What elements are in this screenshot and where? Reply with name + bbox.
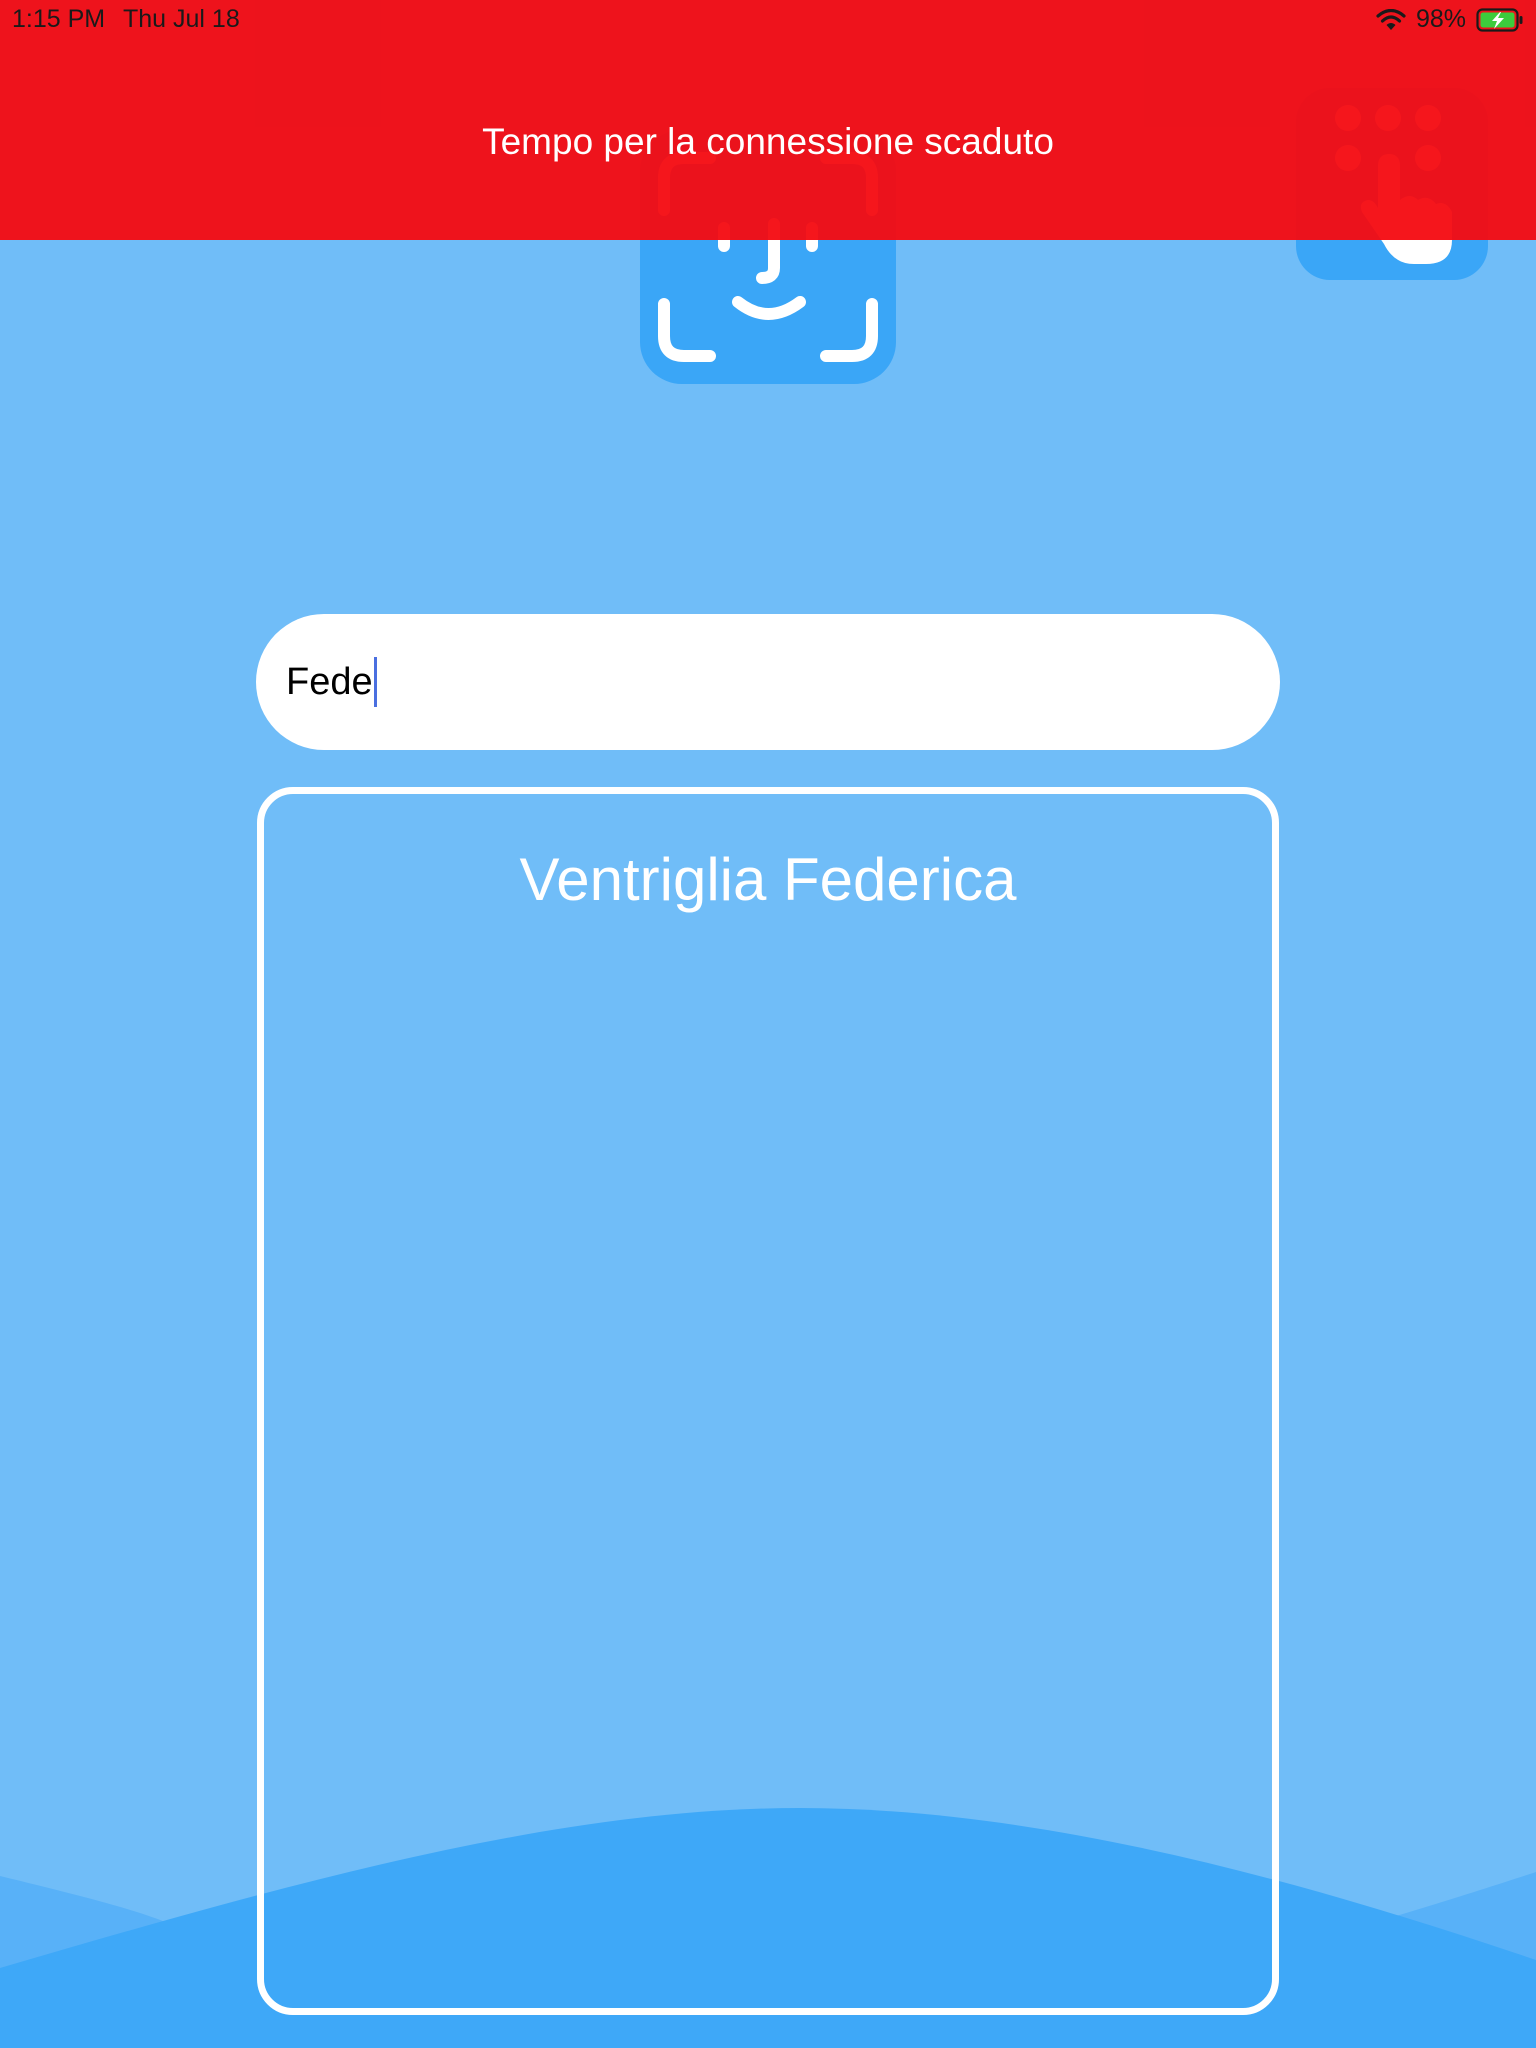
- search-value: Fede: [286, 660, 373, 703]
- text-caret: [373, 657, 377, 707]
- results-panel: Ventriglia Federica: [257, 787, 1279, 2015]
- wifi-icon: [1376, 8, 1406, 30]
- result-item[interactable]: Ventriglia Federica: [264, 845, 1272, 915]
- error-message: Tempo per la connessione scaduto: [482, 121, 1054, 162]
- status-bar: 1:15 PM Thu Jul 18 98%: [0, 0, 1536, 40]
- status-time: 1:15 PM: [12, 5, 106, 33]
- status-indicators: 98%: [1376, 5, 1524, 34]
- battery-charging-icon: [1476, 7, 1523, 32]
- search-input[interactable]: Fede: [256, 614, 1280, 750]
- battery-percent: 98%: [1415, 5, 1466, 33]
- status-date: Thu Jul 18: [123, 5, 240, 33]
